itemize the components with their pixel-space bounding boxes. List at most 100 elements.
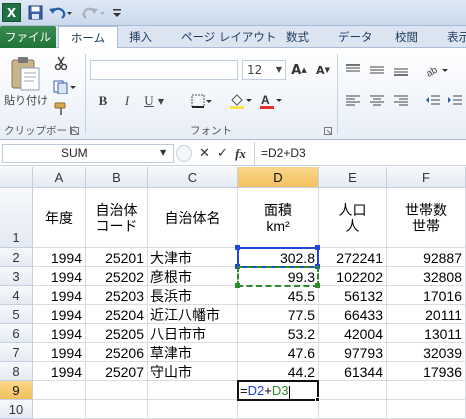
cell-e7[interactable]: 97793 xyxy=(319,343,387,362)
cell-c6[interactable]: 八日市市 xyxy=(148,324,238,343)
cell-e4[interactable]: 56132 xyxy=(319,286,387,305)
cell-a5[interactable]: 1994 xyxy=(33,305,86,324)
excel-logo-icon[interactable]: X xyxy=(2,3,21,22)
cell-a4[interactable]: 1994 xyxy=(33,286,86,305)
bold-button[interactable]: B xyxy=(96,92,110,110)
tab-formulas[interactable]: 数式 xyxy=(286,26,309,48)
cell-c5[interactable]: 近江八幡市 xyxy=(148,305,238,324)
formula-bar-splitter[interactable] xyxy=(176,145,192,162)
grow-font-icon[interactable]: A ▲ xyxy=(290,61,308,79)
increase-indent-icon[interactable] xyxy=(446,92,464,108)
range-handle[interactable] xyxy=(315,245,320,250)
row-header-3[interactable]: 3 xyxy=(0,267,33,286)
cell-c3[interactable]: 彦根市 xyxy=(148,267,238,286)
tab-home[interactable]: ホーム xyxy=(58,26,118,49)
cell-f4[interactable]: 17016 xyxy=(387,286,466,305)
borders-icon[interactable] xyxy=(190,92,214,110)
cell-e3[interactable]: 102202 xyxy=(319,267,387,286)
row-header-6[interactable]: 6 xyxy=(0,324,33,343)
cell-e1[interactable]: 人口人 xyxy=(319,188,387,248)
range-handle[interactable] xyxy=(315,283,320,288)
align-right-icon[interactable] xyxy=(392,92,410,108)
tab-data[interactable]: データ xyxy=(338,26,373,48)
cell-a7[interactable]: 1994 xyxy=(33,343,86,362)
column-header-f[interactable]: F xyxy=(387,167,466,188)
cell-a10[interactable] xyxy=(33,400,86,419)
italic-button[interactable]: I xyxy=(120,92,134,110)
cell-d6[interactable]: 53.2 xyxy=(238,324,319,343)
cell-e10[interactable] xyxy=(319,400,387,419)
font-name-select[interactable] xyxy=(90,60,238,80)
cell-f1[interactable]: 世帯数 世帯 xyxy=(387,188,466,248)
undo-icon[interactable] xyxy=(47,4,73,21)
name-box[interactable]: SUM xyxy=(2,144,174,163)
range-handle[interactable] xyxy=(315,264,320,269)
row-header-1[interactable]: 1 xyxy=(0,188,33,248)
underline-button[interactable]: U xyxy=(142,92,156,110)
font-color-icon[interactable]: A xyxy=(258,92,284,110)
row-header-10[interactable]: 10 xyxy=(0,400,33,419)
cell-d3[interactable]: 99.3 xyxy=(238,267,319,286)
cell-d1[interactable]: 面積 km² xyxy=(238,188,319,248)
cell-e5[interactable]: 66433 xyxy=(319,305,387,324)
insert-function-button[interactable]: fx xyxy=(232,145,249,162)
cell-f5[interactable]: 20111 xyxy=(387,305,466,324)
cell-b7[interactable]: 25206 xyxy=(86,343,148,362)
fill-handle[interactable] xyxy=(315,397,320,402)
save-icon[interactable] xyxy=(27,4,43,21)
tab-review[interactable]: 校閲 xyxy=(395,26,418,48)
cell-c10[interactable] xyxy=(148,400,238,419)
cut-icon[interactable] xyxy=(52,54,70,72)
tab-insert[interactable]: 挿入 xyxy=(129,26,152,48)
chevron-down-icon[interactable]: ▼ xyxy=(156,94,166,108)
font-size-select[interactable]: 12 ▼ xyxy=(242,60,286,80)
tab-page-layout[interactable]: ページ レイアウト xyxy=(181,26,276,48)
shrink-font-icon[interactable]: A ▼ xyxy=(314,61,332,79)
column-header-d[interactable]: D xyxy=(238,167,319,188)
align-left-icon[interactable] xyxy=(344,92,362,108)
tab-view[interactable]: 表示 xyxy=(447,26,466,48)
cell-b9[interactable] xyxy=(86,381,148,400)
range-handle[interactable] xyxy=(235,264,240,269)
align-bottom-icon[interactable] xyxy=(392,62,410,78)
font-launcher-icon[interactable] xyxy=(323,126,332,135)
row-header-9[interactable]: 9 xyxy=(0,381,33,400)
row-header-4[interactable]: 4 xyxy=(0,286,33,305)
fill-color-icon[interactable] xyxy=(228,92,254,110)
cell-f2[interactable]: 92887 xyxy=(387,248,466,267)
cell-d9[interactable]: = D2 + D3 xyxy=(238,381,319,400)
decrease-indent-icon[interactable] xyxy=(424,92,442,108)
range-handle[interactable] xyxy=(235,283,240,288)
cell-b1[interactable]: 自治体 コード xyxy=(86,188,148,248)
formula-input[interactable]: =D2+D3 xyxy=(254,142,466,165)
cell-d7[interactable]: 47.6 xyxy=(238,343,319,362)
align-center-icon[interactable] xyxy=(368,92,386,108)
row-header-7[interactable]: 7 xyxy=(0,343,33,362)
cell-a1[interactable]: 年度 xyxy=(33,188,86,248)
format-painter-icon[interactable] xyxy=(52,100,70,118)
cell-b6[interactable]: 25205 xyxy=(86,324,148,343)
cell-b3[interactable]: 25202 xyxy=(86,267,148,286)
cell-b2[interactable]: 25201 xyxy=(86,248,148,267)
cell-f3[interactable]: 32808 xyxy=(387,267,466,286)
cell-f7[interactable]: 32039 xyxy=(387,343,466,362)
row-header-5[interactable]: 5 xyxy=(0,305,33,324)
column-header-a[interactable]: A xyxy=(33,167,86,188)
cell-d10[interactable] xyxy=(238,400,319,419)
chevron-down-icon[interactable]: ▼ xyxy=(160,148,170,158)
cell-b4[interactable]: 25203 xyxy=(86,286,148,305)
range-handle[interactable] xyxy=(235,245,240,250)
cell-b5[interactable]: 25204 xyxy=(86,305,148,324)
cell-c7[interactable]: 草津市 xyxy=(148,343,238,362)
paste-icon[interactable] xyxy=(6,54,46,94)
row-header-8[interactable]: 8 xyxy=(0,362,33,381)
cell-e9[interactable] xyxy=(319,381,387,400)
redo-icon[interactable] xyxy=(80,4,106,21)
align-middle-icon[interactable] xyxy=(368,62,386,78)
cell-d2[interactable]: 302.8 xyxy=(238,248,319,267)
cancel-button[interactable]: ✕ xyxy=(196,145,213,162)
copy-icon[interactable] xyxy=(52,78,78,96)
select-all-corner[interactable] xyxy=(0,167,33,188)
row-header-2[interactable]: 2 xyxy=(0,248,33,267)
cell-d8[interactable]: 44.2 xyxy=(238,362,319,381)
